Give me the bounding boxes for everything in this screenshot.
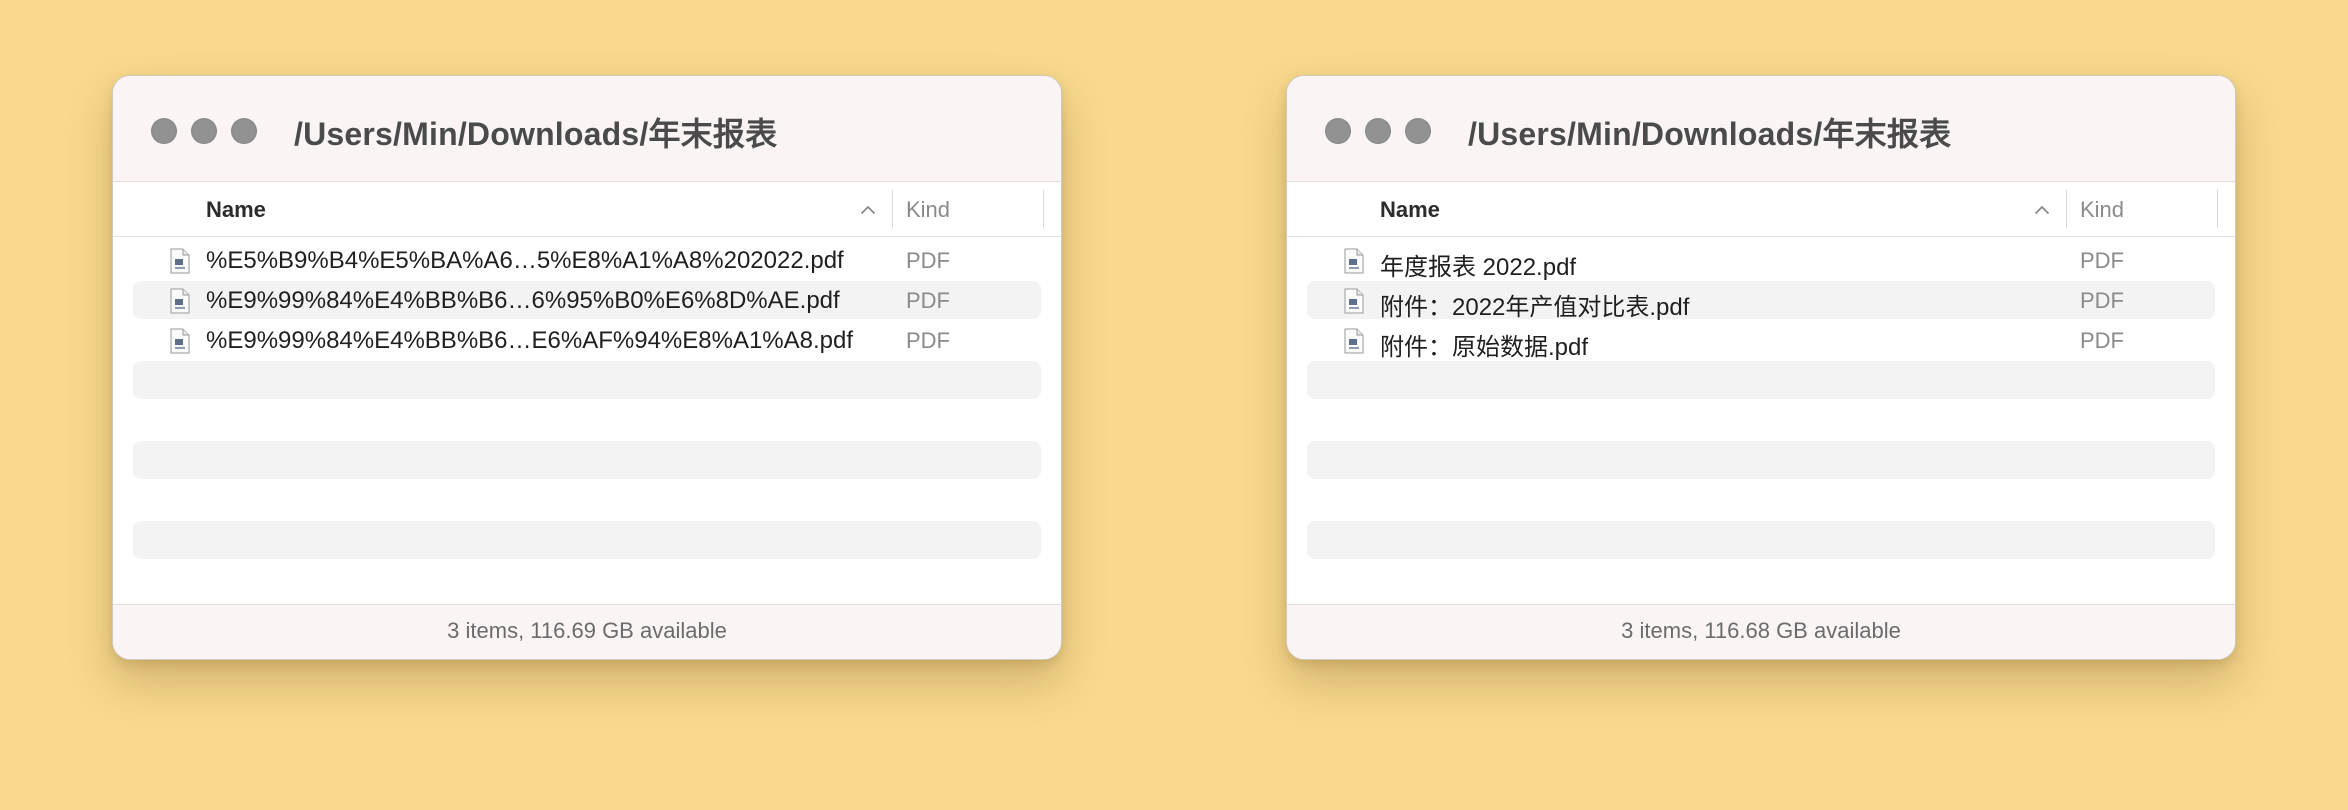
file-name: 年度报表 2022.pdf xyxy=(1380,254,1577,281)
column-name-header[interactable]: Name xyxy=(206,197,266,223)
file-kind: PDF xyxy=(906,328,950,353)
zoom-button[interactable] xyxy=(231,118,257,144)
empty-row xyxy=(1307,441,2215,479)
pdf-file-icon xyxy=(170,328,190,354)
finder-window-right: /Users/Min/Downloads/年末报表 Name Kind 年度报表… xyxy=(1286,75,2236,660)
file-name: %E9%99%84%E4%BB%B6…6%95%B0%E6%8D%AE.pdf xyxy=(206,287,840,314)
empty-row xyxy=(133,361,1041,399)
minimize-button[interactable] xyxy=(1365,118,1391,144)
column-divider[interactable] xyxy=(1043,190,1044,228)
pdf-file-icon xyxy=(1344,328,1364,354)
empty-row xyxy=(133,521,1041,559)
status-text: 3 items, 116.68 GB available xyxy=(1621,618,1901,643)
file-row[interactable]: %E9%99%84%E4%BB%B6…6%95%B0%E6%8D%AE.pdf … xyxy=(133,281,1041,319)
file-row[interactable]: %E5%B9%B4%E5%BA%A6…5%E8%A1%A8%202022.pdf… xyxy=(133,241,1041,279)
pdf-file-icon xyxy=(1344,248,1364,274)
file-kind: PDF xyxy=(2080,288,2124,313)
file-row[interactable]: 年度报表 2022.pdf PDF xyxy=(1307,241,2215,281)
column-divider[interactable] xyxy=(2217,190,2218,228)
zoom-button[interactable] xyxy=(1405,118,1431,144)
file-name: 附件：原始数据.pdf xyxy=(1380,334,1589,361)
file-name: %E5%B9%B4%E5%BA%A6…5%E8%A1%A8%202022.pdf xyxy=(206,247,844,274)
empty-row xyxy=(1307,361,2215,399)
column-kind-header[interactable]: Kind xyxy=(906,197,950,223)
close-button[interactable] xyxy=(151,118,177,144)
file-row[interactable]: %E9%99%84%E4%BB%B6…E6%AF%94%E8%A1%A8.pdf… xyxy=(133,321,1041,359)
chevron-up-icon[interactable] xyxy=(2033,201,2051,219)
column-header: Name Kind xyxy=(113,182,1061,237)
pdf-file-icon xyxy=(1344,288,1364,314)
file-row[interactable]: 附件：2022年产值对比表.pdf PDF xyxy=(1307,281,2215,321)
column-header: Name Kind xyxy=(1287,182,2235,237)
file-list: 年度报表 2022.pdf PDF 附件：2022年产值对比表.pdf PDF … xyxy=(1287,237,2235,607)
finder-window-left: /Users/Min/Downloads/年末报表 Name Kind %E5%… xyxy=(112,75,1062,660)
window-title: /Users/Min/Downloads/年末报表 xyxy=(1468,116,1952,152)
empty-row xyxy=(1307,521,2215,559)
status-text: 3 items, 116.69 GB available xyxy=(447,618,727,643)
file-kind: PDF xyxy=(2080,328,2124,353)
pdf-file-icon xyxy=(170,288,190,314)
file-kind: PDF xyxy=(2080,248,2124,273)
status-bar: 3 items, 116.68 GB available xyxy=(1287,604,2235,659)
column-name-header[interactable]: Name xyxy=(1380,197,1440,223)
file-list: %E5%B9%B4%E5%BA%A6…5%E8%A1%A8%202022.pdf… xyxy=(113,237,1061,607)
file-kind: PDF xyxy=(906,248,950,273)
status-bar: 3 items, 116.69 GB available xyxy=(113,604,1061,659)
chevron-up-icon[interactable] xyxy=(859,201,877,219)
window-title: /Users/Min/Downloads/年末报表 xyxy=(294,116,778,152)
empty-row xyxy=(133,441,1041,479)
minimize-button[interactable] xyxy=(191,118,217,144)
file-row[interactable]: 附件：原始数据.pdf PDF xyxy=(1307,321,2215,361)
close-button[interactable] xyxy=(1325,118,1351,144)
titlebar[interactable]: /Users/Min/Downloads/年末报表 xyxy=(1287,76,2235,182)
pdf-file-icon xyxy=(170,248,190,274)
file-name: %E9%99%84%E4%BB%B6…E6%AF%94%E8%A1%A8.pdf xyxy=(206,327,854,354)
column-kind-header[interactable]: Kind xyxy=(2080,197,2124,223)
file-kind: PDF xyxy=(906,288,950,313)
column-divider[interactable] xyxy=(2066,190,2067,228)
titlebar[interactable]: /Users/Min/Downloads/年末报表 xyxy=(113,76,1061,182)
file-name: 附件：2022年产值对比表.pdf xyxy=(1380,294,1690,321)
column-divider[interactable] xyxy=(892,190,893,228)
